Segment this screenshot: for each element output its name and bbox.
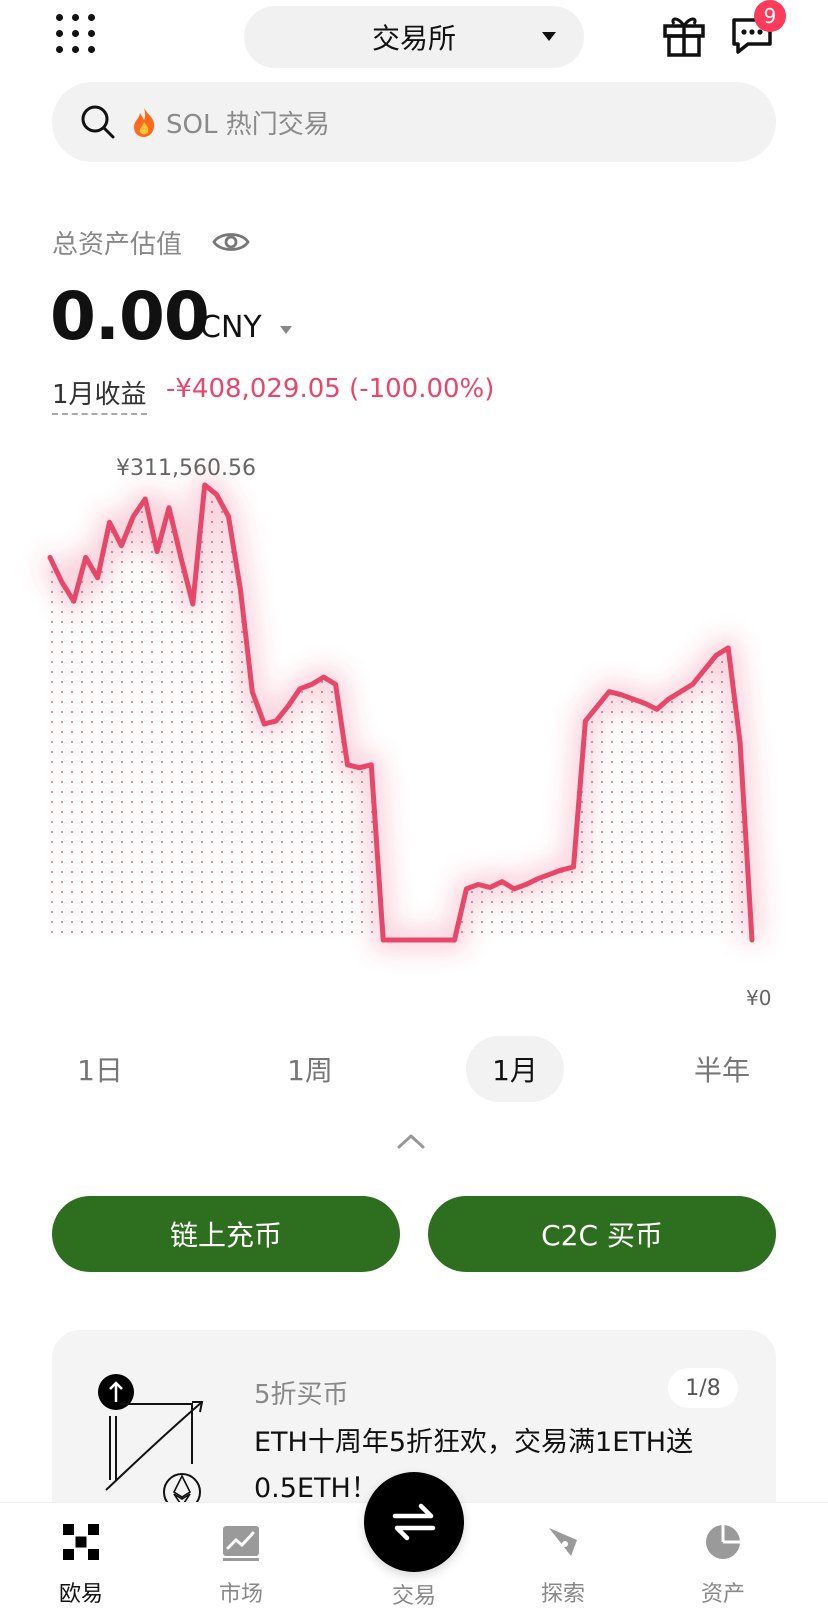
promo-pager: 1/8 xyxy=(668,1368,738,1408)
exchange-mode-selector[interactable]: 交易所 xyxy=(244,6,584,68)
promo-title: 5折买币 xyxy=(254,1374,349,1411)
nav-label: 市场 xyxy=(186,1576,296,1608)
fire-icon xyxy=(130,106,158,138)
pnl-value: -¥408,029.05 (-100.00%) xyxy=(166,374,494,404)
chart-max-label: ¥311,560.56 xyxy=(116,456,256,481)
nav-label-trade[interactable]: 交易 xyxy=(370,1578,458,1610)
promo-text: ETH十周年5折狂欢，交易满1ETH送0.5ETH！ xyxy=(254,1420,754,1512)
search-placeholder: SOL 热门交易 xyxy=(166,104,330,141)
nav-label: 探索 xyxy=(508,1576,618,1608)
notification-badge: 9 xyxy=(754,0,786,32)
okx-logo-icon xyxy=(59,1520,103,1564)
asset-chart[interactable] xyxy=(0,440,828,1020)
search-icon xyxy=(78,102,118,142)
chart-min-label: ¥0 xyxy=(746,986,771,1010)
onchain-deposit-button[interactable]: 链上充币 xyxy=(52,1196,400,1272)
nav-label: 欧易 xyxy=(26,1576,136,1608)
eth-promo-illustration-icon xyxy=(96,1372,208,1512)
eye-icon[interactable] xyxy=(212,228,250,256)
swap-arrows-icon xyxy=(389,1500,439,1544)
search-bar[interactable]: SOL 热门交易 xyxy=(52,82,776,162)
range-tab-1w[interactable]: 1周 xyxy=(262,1036,358,1102)
exchange-mode-label: 交易所 xyxy=(372,17,456,57)
nav-label: 资产 xyxy=(668,1576,778,1608)
range-tab-1d[interactable]: 1日 xyxy=(52,1036,148,1102)
total-assets-value: 0.00 xyxy=(50,278,209,355)
range-tab-1m[interactable]: 1月 xyxy=(466,1036,564,1102)
trade-fab-button[interactable] xyxy=(364,1472,464,1572)
grid-menu-icon[interactable] xyxy=(56,14,96,54)
total-assets-label: 总资产估值 xyxy=(52,224,182,261)
chevron-up-icon[interactable] xyxy=(396,1132,426,1150)
caret-down-icon xyxy=(542,32,556,41)
gift-icon[interactable] xyxy=(662,12,706,58)
nav-item-market[interactable]: 市场 xyxy=(186,1520,296,1610)
nav-item-assets[interactable]: 资产 xyxy=(668,1520,778,1610)
market-chart-icon xyxy=(219,1520,263,1564)
currency-caret-icon[interactable] xyxy=(280,326,292,334)
pie-chart-icon xyxy=(701,1520,745,1564)
nav-item-home[interactable]: 欧易 xyxy=(26,1520,136,1610)
range-tab-6m[interactable]: 半年 xyxy=(672,1036,772,1102)
pnl-period-label[interactable]: 1月收益 xyxy=(52,374,147,415)
nav-item-explore[interactable]: 探索 xyxy=(508,1520,618,1610)
currency-label[interactable]: CNY xyxy=(200,310,262,345)
compass-icon xyxy=(541,1520,585,1564)
c2c-buy-button[interactable]: C2C 买币 xyxy=(428,1196,776,1272)
